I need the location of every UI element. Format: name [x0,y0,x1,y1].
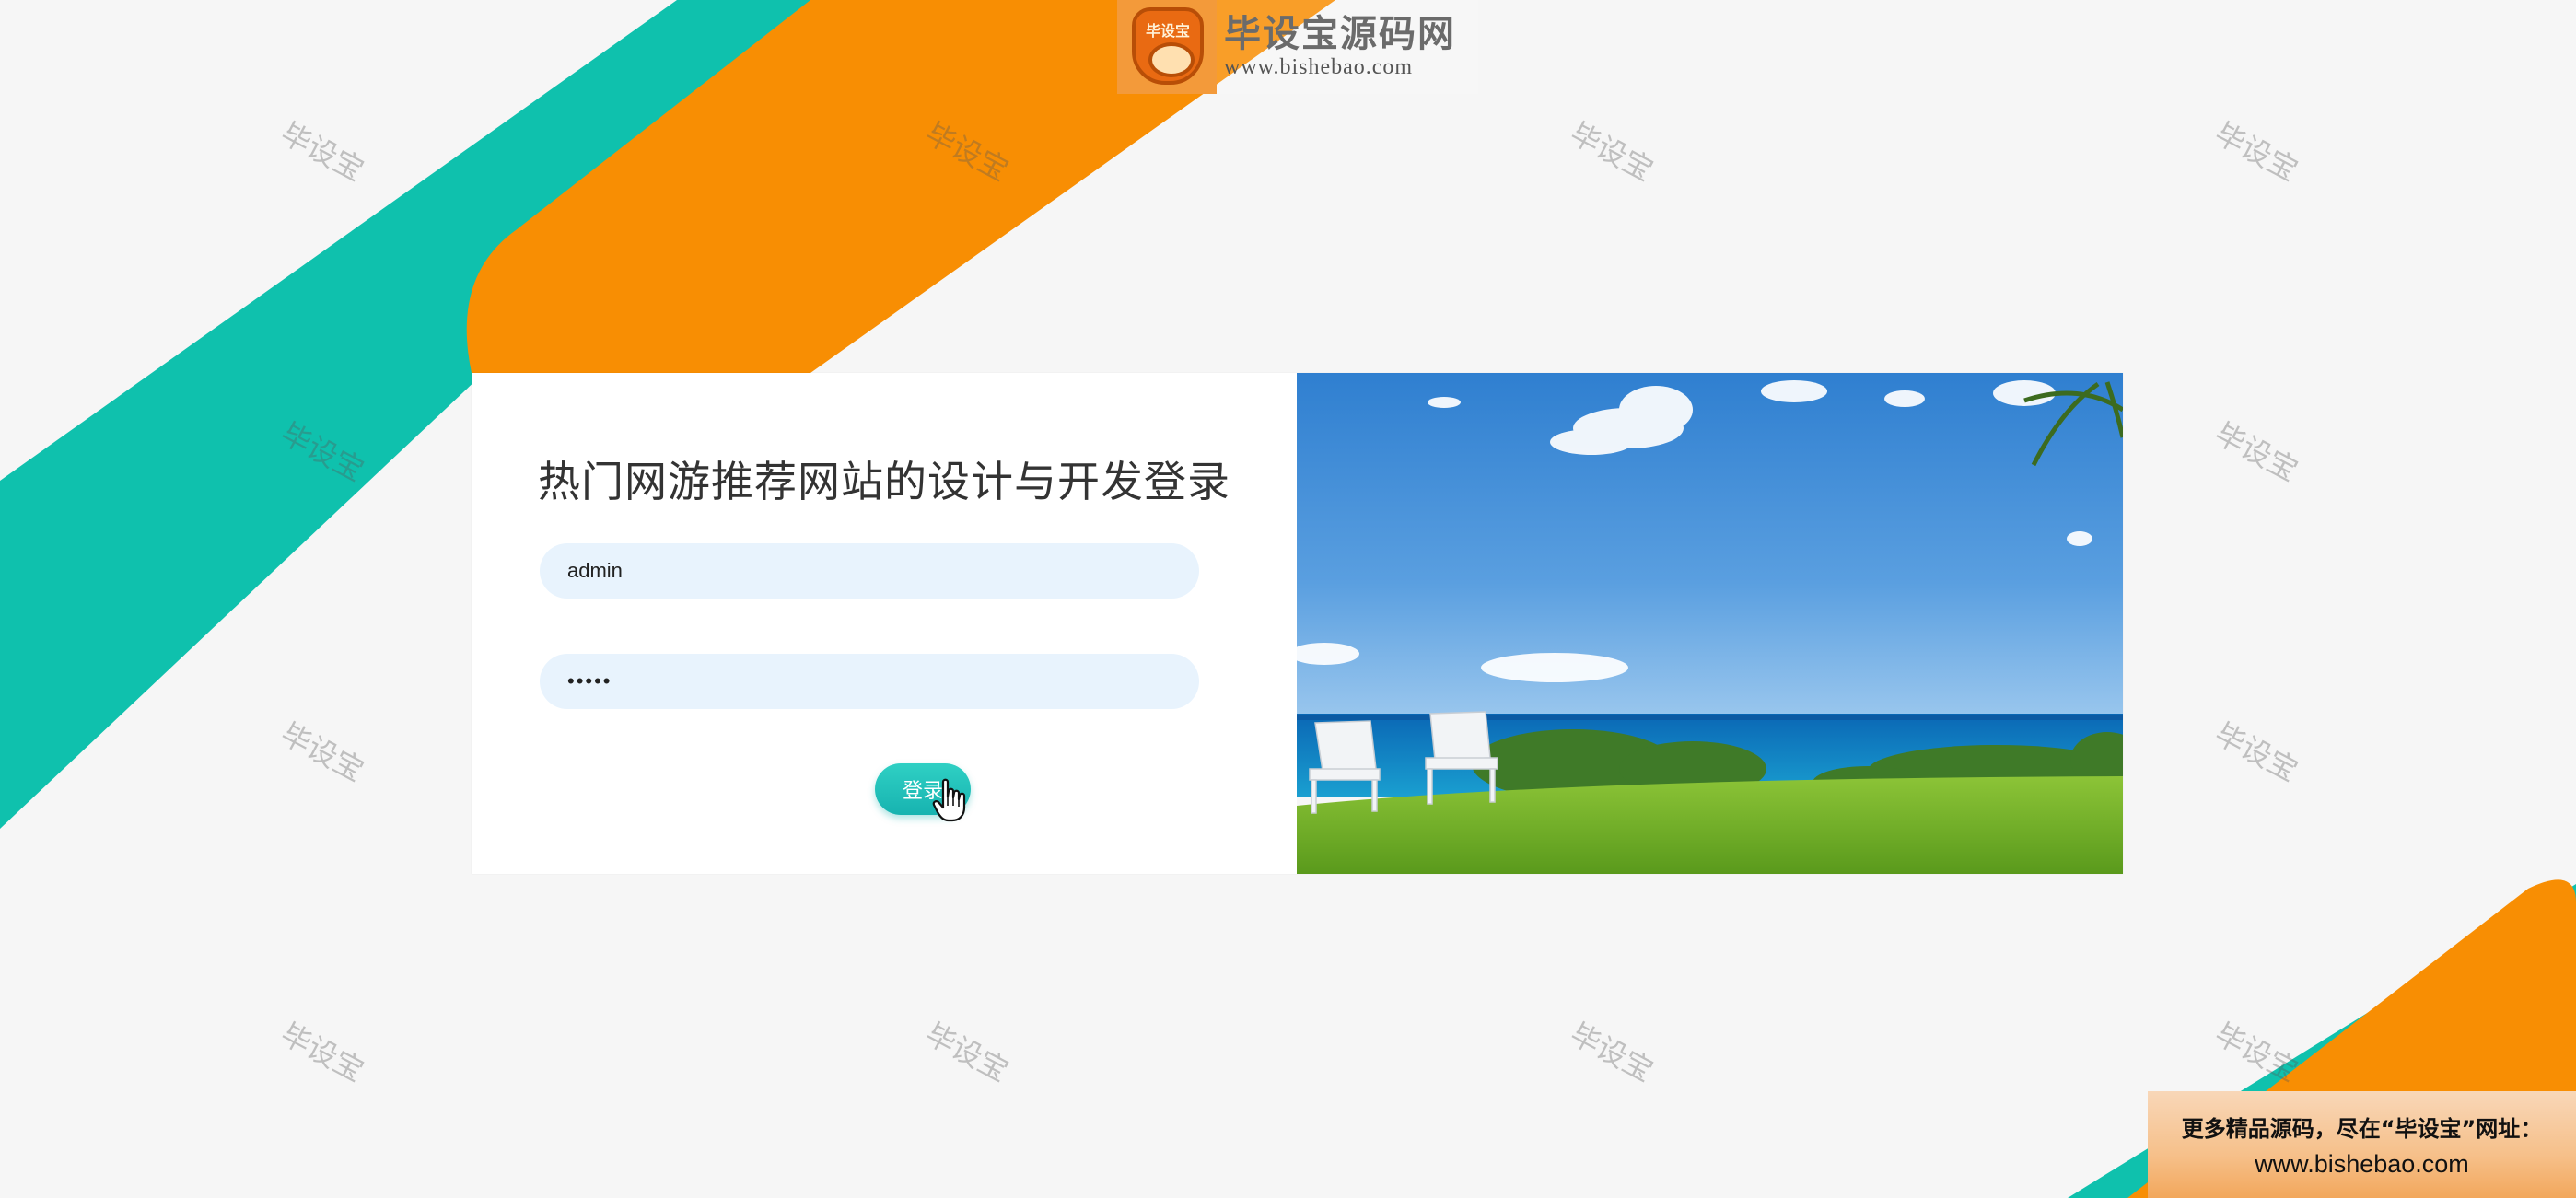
promo-text: 更多精品源码，尽在“毕设宝”网址： [2181,1116,2543,1142]
logo-bag-icon: 毕设宝 [1117,0,1217,94]
login-title: 热门网游推荐网站的设计与开发登录 [538,457,1230,506]
promo-banner[interactable]: 更多精品源码，尽在“毕设宝”网址： www.bishebao.com [2148,1091,2576,1198]
logo-title: 毕设宝源码网 [1224,13,1456,55]
logo-badge-text: 毕设宝 [1145,22,1190,40]
beach-scene-image [1297,373,2123,874]
password-input[interactable] [540,654,1199,709]
sky [1297,373,2123,723]
username-input[interactable] [540,543,1199,599]
login-card: 热门网游推荐网站的设计与开发登录 登录 [472,373,2123,874]
login-page: 毕设宝 毕设宝 毕设宝 毕设宝 毕设宝 毕设宝 毕设宝 毕设宝 毕设宝 毕设宝 … [0,0,2576,1198]
hand-pointer-icon [932,778,966,822]
logo-url: www.bishebao.com [1224,55,1414,79]
site-logo[interactable]: 毕设宝 毕设宝源码网 www.bishebao.com [1117,0,1478,94]
logo-bag-shape: 毕设宝 [1132,7,1204,85]
logo-bag-face [1148,42,1195,77]
horizon [1297,715,2123,720]
logo-text: 毕设宝源码网 www.bishebao.com [1217,16,1456,78]
login-form: 热门网游推荐网站的设计与开发登录 登录 [472,373,1297,874]
promo-url: www.bishebao.com [2255,1150,2469,1178]
beach-illustration [1297,373,2123,874]
